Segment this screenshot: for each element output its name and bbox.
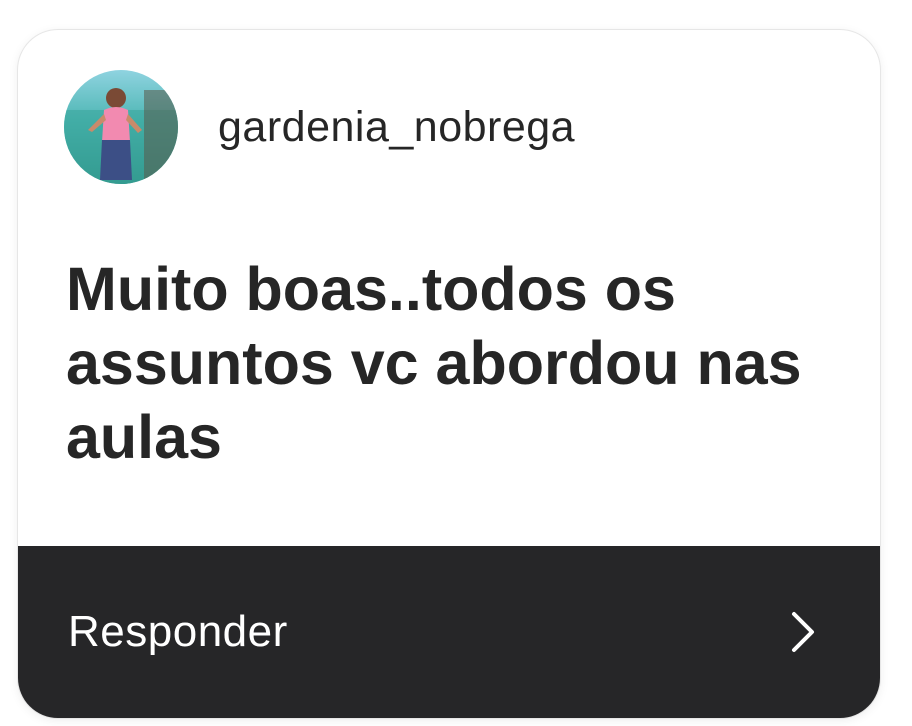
reply-button[interactable]: Responder	[18, 546, 880, 718]
comment-card: gardenia_nobrega Muito boas..todos os as…	[18, 30, 880, 718]
chevron-right-icon	[790, 610, 816, 654]
comment-header: gardenia_nobrega	[64, 70, 575, 184]
username[interactable]: gardenia_nobrega	[218, 103, 575, 152]
reply-label: Responder	[68, 607, 288, 656]
avatar-photo-icon	[64, 70, 178, 184]
comment-text: Muito boas..todos os assuntos vc abordou…	[66, 255, 802, 471]
user-avatar[interactable]	[64, 70, 178, 184]
